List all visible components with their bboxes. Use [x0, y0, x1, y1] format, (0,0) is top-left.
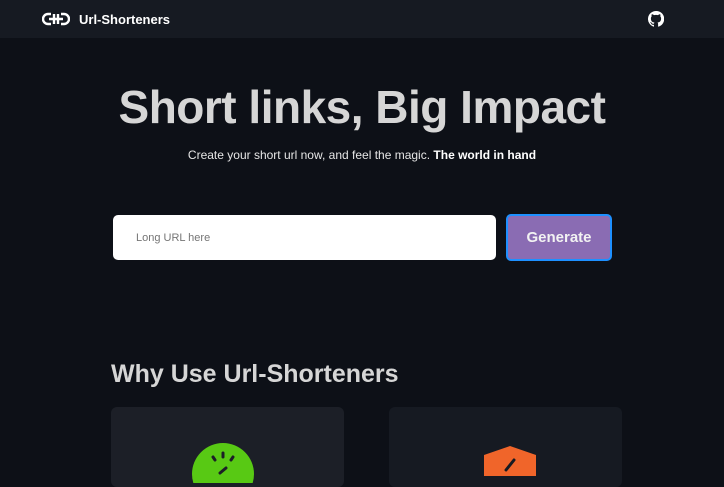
- feature-card: [389, 407, 622, 487]
- subtitle-text: Create your short url now, and feel the …: [187, 148, 431, 162]
- chain-link-logo-icon: [42, 12, 70, 26]
- subtitle-bold: The world in hand: [433, 148, 537, 162]
- features-title: Why Use Url-Shorteners: [111, 360, 399, 388]
- long-url-input[interactable]: [113, 215, 496, 260]
- brand-name: Url-Shorteners: [79, 11, 171, 27]
- shield-check-icon: [484, 446, 536, 476]
- feature-card: [111, 407, 344, 487]
- navbar: Url-Shorteners: [0, 0, 724, 38]
- generate-button[interactable]: Generate: [506, 214, 612, 261]
- shorten-form: Generate: [113, 214, 612, 261]
- hero-subtitle: Create your short url now, and feel the …: [0, 148, 724, 162]
- brand-link[interactable]: Url-Shorteners: [42, 12, 170, 27]
- speedometer-icon: [192, 443, 254, 483]
- github-icon[interactable]: [648, 11, 664, 27]
- hero-title: Short links, Big Impact: [118, 81, 606, 133]
